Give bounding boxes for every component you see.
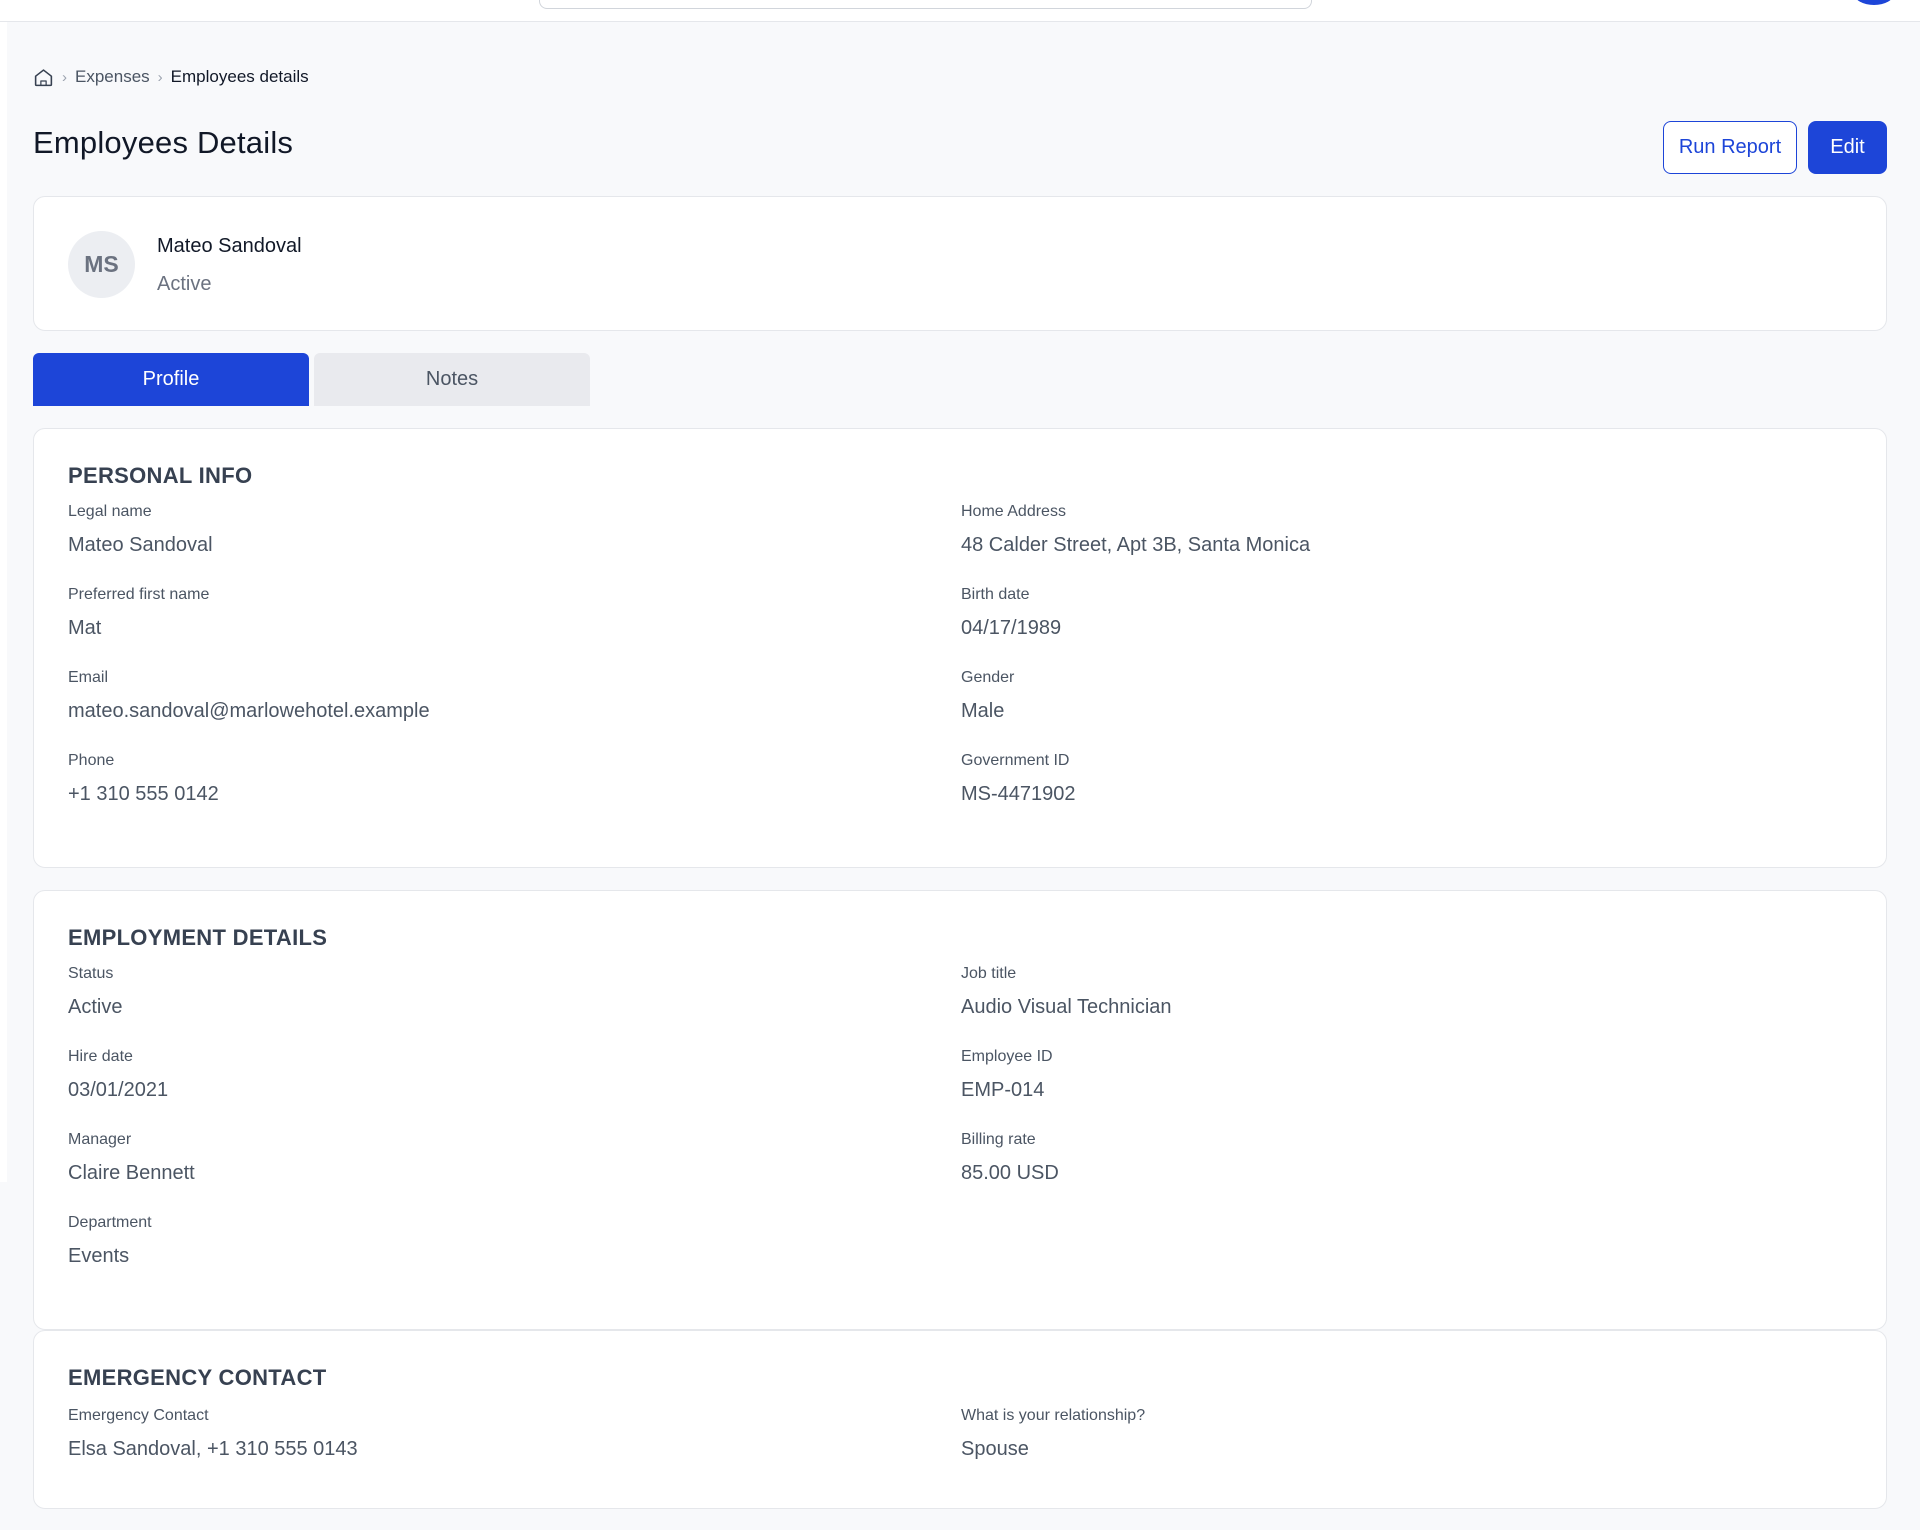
field-gender: Gender Male [961, 667, 1852, 750]
field-value: 48 Calder Street, Apt 3B, Santa Monica [961, 534, 1311, 556]
field-label: Billing rate [961, 1131, 1036, 1148]
field-value: Mateo Sandoval [68, 534, 213, 556]
edit-button[interactable]: Edit [1808, 121, 1887, 174]
field-preferred-name: Preferred first name Mat [68, 584, 961, 667]
breadcrumb: › Expenses › Employees details [33, 65, 309, 89]
breadcrumb-item-current: Employees details [170, 67, 309, 86]
avatar: MS [68, 231, 135, 298]
field-birth-date: Birth date 04/17/1989 [961, 584, 1852, 667]
field-phone: Phone +1 310 555 0142 [68, 750, 961, 833]
field-value: 04/17/1989 [961, 617, 1062, 639]
field-value: Events [68, 1245, 130, 1267]
sidebar-rail [0, 22, 7, 1182]
field-label: Birth date [961, 586, 1030, 603]
field-label: What is your relationship? [961, 1407, 1146, 1424]
field-label: Home Address [961, 503, 1066, 520]
chevron-right-icon: › [62, 68, 67, 86]
field-label: Legal name [68, 503, 152, 520]
profile-card: MS Mateo Sandoval Active [33, 196, 1887, 331]
field-label: Government ID [961, 752, 1070, 769]
field-value: Claire Bennett [68, 1162, 195, 1184]
field-relationship: What is your relationship? Spouse [961, 1403, 1852, 1486]
field-department: Department Events [68, 1212, 961, 1295]
field-label: Manager [68, 1131, 132, 1148]
field-job-title: Job title Audio Visual Technician [961, 963, 1852, 1046]
field-label: Preferred first name [68, 586, 210, 603]
field-value: Audio Visual Technician [961, 996, 1172, 1018]
field-value: 85.00 USD [961, 1162, 1059, 1184]
run-report-button[interactable]: Run Report [1663, 121, 1797, 174]
field-value: 03/01/2021 [68, 1079, 169, 1101]
field-value: Male [961, 700, 1005, 722]
field-email: Email mateo.sandoval@marlowehotel.exampl… [68, 667, 961, 750]
tab-bar: Profile Notes [33, 353, 590, 406]
profile-name: Mateo Sandoval [157, 235, 302, 257]
home-icon[interactable] [33, 67, 54, 88]
field-manager: Manager Claire Bennett [68, 1129, 961, 1212]
field-value: Mat [68, 617, 102, 639]
field-value: Elsa Sandoval, +1 310 555 0143 [68, 1438, 358, 1460]
field-legal-name: Legal name Mateo Sandoval [68, 501, 961, 584]
personal-info-card: PERSONAL INFO Legal name Mateo Sandoval … [33, 428, 1887, 868]
field-label: Status [68, 965, 114, 982]
field-value: Active [68, 996, 123, 1018]
field-value: mateo.sandoval@marlowehotel.example [68, 700, 430, 722]
section-title: EMPLOYMENT DETAILS [68, 925, 328, 950]
field-value: +1 310 555 0142 [68, 783, 219, 805]
field-label: Employee ID [961, 1048, 1053, 1065]
tab-notes[interactable]: Notes [314, 353, 590, 406]
field-hire-date: Hire date 03/01/2021 [68, 1046, 961, 1129]
profile-status: Active [157, 273, 212, 295]
page-actions: Run Report Edit [1663, 121, 1887, 174]
field-emergency-contact: Emergency Contact Elsa Sandoval, +1 310 … [68, 1403, 961, 1486]
section-title: PERSONAL INFO [68, 463, 253, 488]
field-status: Status Active [68, 963, 961, 1046]
section-title: EMERGENCY CONTACT [68, 1365, 327, 1390]
field-home-address: Home Address 48 Calder Street, Apt 3B, S… [961, 501, 1852, 584]
field-employee-id: Employee ID EMP-014 [961, 1046, 1852, 1129]
employment-details-card: EMPLOYMENT DETAILS Status Active Job tit… [33, 890, 1887, 1330]
breadcrumb-item-expenses[interactable]: Expenses [75, 67, 150, 87]
field-value: Spouse [961, 1438, 1029, 1460]
field-label: Job title [961, 965, 1017, 982]
chevron-right-icon: › [157, 68, 163, 86]
field-label: Hire date [68, 1048, 133, 1065]
field-government-id: Government ID MS-4471902 [961, 750, 1852, 833]
top-bar [0, 0, 1920, 22]
field-value: EMP-014 [961, 1079, 1045, 1101]
field-billing-rate: Billing rate 85.00 USD [961, 1129, 1852, 1212]
field-value: MS-4471902 [961, 783, 1076, 805]
search-input[interactable] [539, 0, 1312, 9]
field-label: Email [68, 669, 109, 686]
field-label: Department [68, 1214, 152, 1231]
field-label: Gender [961, 669, 1015, 686]
emergency-contact-card: EMERGENCY CONTACT Emergency Contact Elsa… [33, 1330, 1887, 1509]
field-label: Emergency Contact [68, 1407, 209, 1424]
field-label: Phone [68, 752, 115, 769]
page-title: Employees Details [33, 125, 294, 160]
user-avatar[interactable] [1854, 0, 1894, 5]
tab-profile[interactable]: Profile [33, 353, 309, 406]
